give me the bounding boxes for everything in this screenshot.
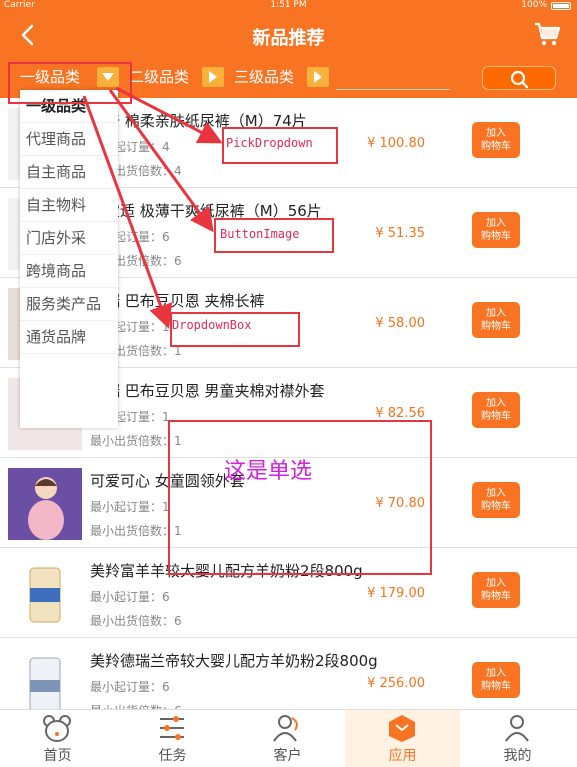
search-icon [510, 70, 529, 89]
annotation-dropdownbox-label: DropdownBox [172, 318, 252, 332]
add-to-cart-button[interactable]: 加入 购物车 [472, 572, 520, 608]
product-name: 美羚德瑞兰帝较大婴儿配方羊奶粉2段800g [90, 652, 378, 670]
tab-label: 任务 [158, 748, 187, 764]
tab-apps[interactable]: 应用 [345, 710, 460, 767]
product-price: ¥ 58.00 [375, 316, 425, 331]
level2-category-label[interactable]: 二级品类 [129, 66, 189, 88]
add-to-cart-button[interactable]: 加入 购物车 [472, 482, 520, 518]
caret-right-icon [209, 71, 217, 83]
category-dropdown-menu[interactable]: 一级品类 代理商品 自主商品 自主物料 门店外采 跨境商品 服务类产品 通货品牌 [20, 90, 118, 428]
add-to-cart-button[interactable]: 加入 购物车 [472, 392, 520, 428]
min-order: 最小起订量：6 [90, 680, 170, 694]
tab-tasks[interactable]: 任务 [115, 710, 230, 767]
apps-cube-icon [389, 715, 415, 742]
cart-icon[interactable] [533, 20, 561, 48]
dropdown-item[interactable]: 自主商品 [20, 156, 118, 189]
battery-percent: 100% [521, 0, 547, 10]
annotation-note-box [168, 420, 432, 575]
tab-label: 客户 [273, 748, 302, 764]
add-to-cart-button[interactable]: 加入 购物车 [472, 122, 520, 158]
battery-icon [551, 2, 571, 10]
caret-right-icon [314, 71, 322, 83]
annotation-highlight-box [8, 62, 132, 104]
annotation-single-select-note: 这是单选 [224, 459, 313, 484]
dropdown-item[interactable]: 自主物料 [20, 189, 118, 222]
add-to-cart-button[interactable]: 加入 购物车 [472, 302, 520, 338]
tab-label: 我的 [503, 748, 532, 764]
page-title: 新品推荐 [252, 28, 325, 49]
tab-label: 首页 [43, 748, 72, 764]
status-bar: Carrier 1:51 PM 100% [0, 0, 577, 12]
min-multiple: 最小出货倍数：6 [90, 702, 182, 709]
annotation-buttonimage-label: ButtonImage [220, 227, 300, 241]
dropdown-item[interactable]: 服务类产品 [20, 288, 118, 321]
product-name: 贝瑞 巴布豆贝恩 男童夹棉对襟外套 [90, 382, 325, 400]
tab-label: 应用 [388, 748, 417, 764]
min-order: 最小起订量：1 [90, 500, 170, 514]
level3-dropdown-button[interactable] [307, 67, 329, 87]
level3-category-label[interactable]: 三级品类 [234, 66, 294, 88]
profile-icon [505, 715, 529, 742]
product-row[interactable]: 美羚德瑞兰帝较大婴儿配方羊奶粉2段800g 最小起订量：6 最小出货倍数：6 ¥… [0, 638, 577, 709]
product-price: ¥ 51.35 [375, 226, 425, 241]
add-to-cart-button[interactable]: 加入 购物车 [472, 662, 520, 698]
product-price: ¥ 256.00 [367, 676, 425, 691]
dropdown-item[interactable]: 门店外采 [20, 222, 118, 255]
level2-dropdown-button[interactable] [202, 67, 224, 87]
dropdown-item[interactable]: 通货品牌 [20, 321, 118, 354]
sliders-icon [160, 716, 184, 740]
nav-bar: 新品推荐 [0, 12, 577, 58]
product-price: ¥ 179.00 [367, 586, 425, 601]
dropdown-item[interactable]: 跨境商品 [20, 255, 118, 288]
customers-icon [273, 715, 298, 742]
product-thumbnail [8, 558, 82, 630]
home-bear-icon [43, 715, 71, 742]
search-button[interactable] [482, 66, 556, 90]
tab-home[interactable]: 首页 [0, 710, 115, 767]
status-time: 1:51 PM [270, 0, 307, 10]
search-input[interactable] [336, 66, 450, 90]
annotation-pickdropdown-label: PickDropdown [226, 136, 313, 150]
product-thumbnail [8, 468, 82, 540]
add-to-cart-button[interactable]: 加入 购物车 [472, 212, 520, 248]
product-thumbnail [8, 648, 82, 709]
min-order: 最小起订量：6 [90, 590, 170, 604]
tab-customers[interactable]: 客户 [230, 710, 345, 767]
min-multiple: 最小出货倍数：6 [90, 614, 182, 628]
product-price: ¥ 82.56 [375, 406, 425, 421]
product-price: ¥ 100.80 [367, 136, 425, 151]
tab-profile[interactable]: 我的 [460, 710, 575, 767]
bottom-tab-bar: 首页 任务 客户 应用 我的 [0, 709, 577, 767]
dropdown-item[interactable]: 代理商品 [20, 123, 118, 156]
